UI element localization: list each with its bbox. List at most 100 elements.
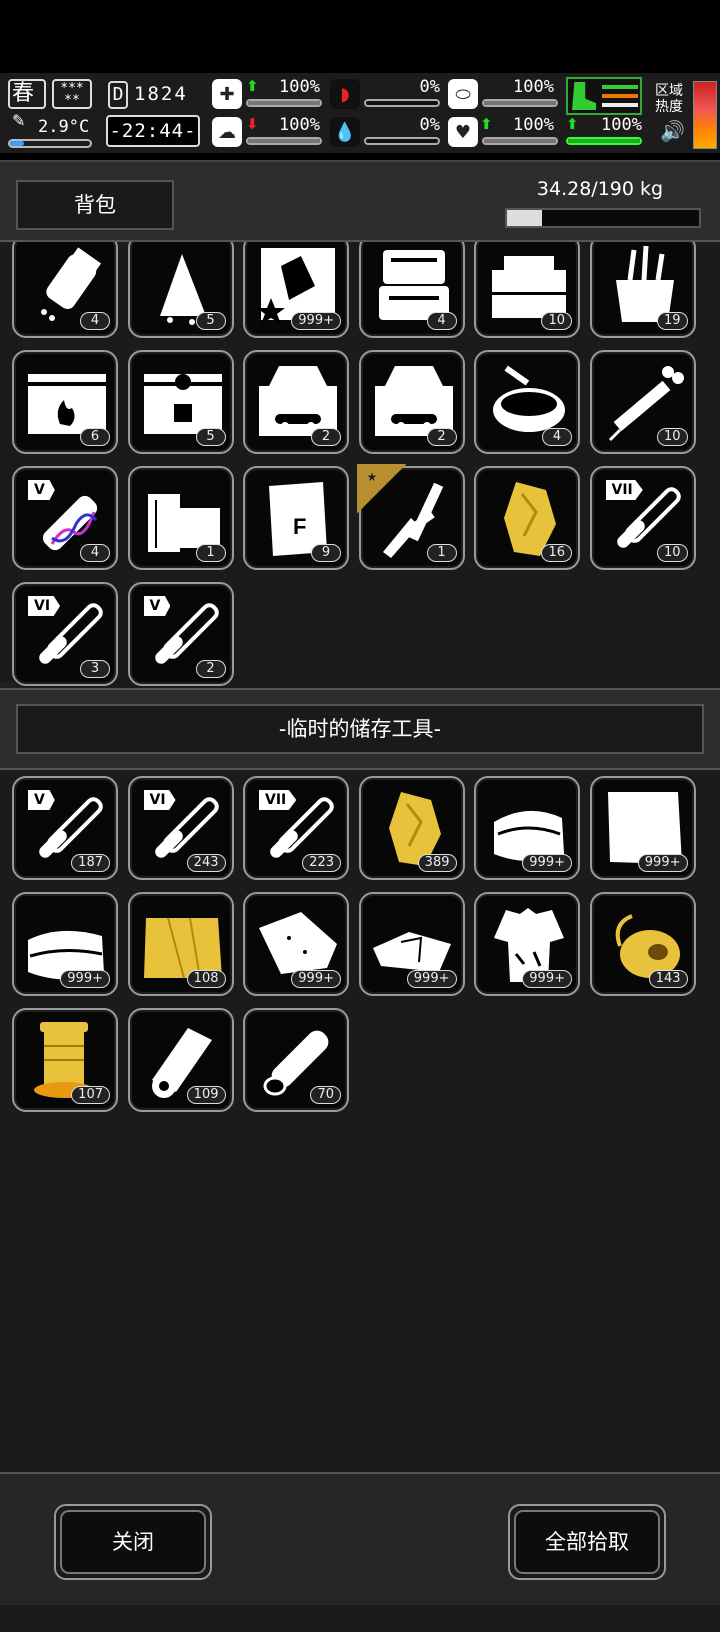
bag-item-slot[interactable]: 4 <box>358 242 465 338</box>
storage-item-slot[interactable]: 109 <box>127 1008 234 1112</box>
storage-item-slot[interactable]: VI 243 <box>127 776 234 880</box>
storage-item-slot[interactable]: 143 <box>589 892 696 996</box>
item-count: 187 <box>71 854 110 872</box>
speaker-icon[interactable]: 🔊 <box>660 119 685 143</box>
temperature-bar <box>8 139 92 148</box>
heart-icon[interactable]: ♥ <box>448 117 478 147</box>
health-bar <box>246 99 322 107</box>
day-icon: D <box>108 81 128 109</box>
carry-bar <box>566 137 642 145</box>
bag-item-slot[interactable]: 10 <box>474 242 580 338</box>
brain-icon[interactable]: ☁ <box>212 117 242 147</box>
storage-item-slot[interactable]: 999+ <box>474 892 580 996</box>
storage-item-slot[interactable]: 108 <box>127 892 234 996</box>
bag-item-slot[interactable]: 10 <box>589 350 696 454</box>
storage-item-slot[interactable]: 999+ <box>474 776 580 880</box>
stomach-icon[interactable]: ◗ <box>330 79 360 109</box>
item-count: 10 <box>656 544 688 562</box>
feather-icon: ✎ <box>12 111 26 130</box>
item-count: 999+ <box>291 970 341 988</box>
weather-snow-icon: *** ** <box>52 79 92 109</box>
storage-item-slot[interactable]: 999+ <box>12 892 118 996</box>
item-count: 4 <box>542 428 572 446</box>
item-count: 1 <box>426 544 457 562</box>
item-count: 999+ <box>637 854 688 872</box>
bag-item-slot[interactable]: 2 <box>243 350 349 454</box>
item-count: 9 <box>311 544 341 562</box>
item-count: 109 <box>186 1086 226 1104</box>
item-count: 108 <box>186 970 226 988</box>
storage-item-slot[interactable]: 70 <box>243 1008 349 1112</box>
bag-item-slot[interactable]: VI 3 <box>12 582 118 686</box>
medkit-icon[interactable]: ✚ <box>212 79 242 109</box>
temperature: 2.9°C <box>38 117 90 137</box>
item-count: 5 <box>195 428 226 446</box>
blood-bar <box>364 137 440 145</box>
bag-weight-bar <box>505 208 701 228</box>
close-button-label: 关闭 <box>60 1510 206 1574</box>
brain-value: 100% <box>279 115 320 135</box>
item-count: 70 <box>310 1086 341 1104</box>
item-count: 999+ <box>522 970 572 988</box>
bag-item-slot[interactable]: V2 <box>127 582 234 686</box>
tier-badge: V <box>28 790 55 810</box>
bag-item-slot[interactable]: ★ 1 <box>356 464 465 570</box>
bag-item-slot[interactable]: V4 <box>12 466 118 570</box>
season-label: 春 <box>12 81 35 106</box>
bag-item-slot[interactable]: 999+ <box>243 242 349 338</box>
bag-item-slot[interactable]: 6 <box>12 350 118 454</box>
bag-item-slot[interactable]: 1 <box>127 466 234 570</box>
storage-item-slot[interactable]: 107 <box>12 1008 118 1112</box>
storage-header: -临时的储存工具- <box>0 688 720 770</box>
bag-item-slot[interactable]: F9 <box>243 466 349 570</box>
status-bar: 春✎ *** ** 2.9°C D 1824 -22:44- ✚ ⬆ 100% … <box>0 73 720 153</box>
item-count: 999+ <box>522 854 572 872</box>
item-count: 143 <box>648 970 688 988</box>
item-count: 223 <box>302 854 341 872</box>
item-count: 999+ <box>60 970 110 988</box>
item-count: 2 <box>311 428 341 446</box>
storage-item-slot[interactable]: 389 <box>358 776 465 880</box>
bag-item-slot[interactable]: 4 <box>474 350 580 454</box>
item-count: 243 <box>186 854 226 872</box>
capsule-icon[interactable]: ⬭ <box>448 79 478 109</box>
zone-heat-meter <box>693 81 717 149</box>
bag-item-slot[interactable]: 5 <box>127 350 234 454</box>
item-count: 999+ <box>406 970 457 988</box>
storage-item-slot[interactable]: V 187 <box>12 776 118 880</box>
item-count: 4 <box>80 312 110 330</box>
storage-item-slot[interactable]: 999+ <box>358 892 465 996</box>
bag-item-slot[interactable]: 16 <box>474 466 580 570</box>
bag-item-slot[interactable]: 2 <box>358 350 465 454</box>
item-count: 107 <box>71 1086 110 1104</box>
bag-item-slot[interactable]: VII 10 <box>589 466 696 570</box>
bag-item-slot[interactable]: 19 <box>589 242 696 338</box>
brain-bar <box>246 137 322 145</box>
bag-item-slot[interactable]: 4 <box>12 242 118 338</box>
bag-header: 背包 34.28/190 kg <box>0 160 720 242</box>
close-button[interactable]: 关闭 <box>54 1504 212 1580</box>
bag-title: 背包 <box>16 180 174 230</box>
season-indicator: 春✎ <box>8 79 46 130</box>
health-value: 100% <box>279 77 320 97</box>
item-count: 5 <box>195 312 226 330</box>
storage-item-slot[interactable]: 999+ <box>589 776 696 880</box>
zone-heat-label: 区域热度 <box>655 83 683 115</box>
carry-value: 100% <box>601 115 642 135</box>
storage-item-slot[interactable]: VII 223 <box>243 776 349 880</box>
blood-drop-icon[interactable]: 💧 <box>330 117 360 147</box>
item-count: 10 <box>541 312 572 330</box>
heart-value: 100% <box>513 115 554 135</box>
bag-item-slot[interactable]: 5 <box>127 242 234 338</box>
bag-weight: 34.28/190 kg <box>536 178 664 200</box>
bag-grid: 4 5 999+ 4 10 19 6 5 2 2 4 10 V 4 1 F 9 ★ 1 16 VII 10 VI 3 V 2 <box>0 242 720 688</box>
item-count: 389 <box>417 854 457 872</box>
tier-badge: V <box>143 596 171 616</box>
pickup-all-button[interactable]: 全部拾取 <box>508 1504 666 1580</box>
stamina-value: 100% <box>513 77 554 97</box>
svg-text:F: F <box>293 514 306 539</box>
item-count: 10 <box>656 428 688 446</box>
storage-item-slot[interactable]: 999+ <box>243 892 349 996</box>
stamina-bar <box>482 99 558 107</box>
boot-icon[interactable] <box>566 77 642 115</box>
